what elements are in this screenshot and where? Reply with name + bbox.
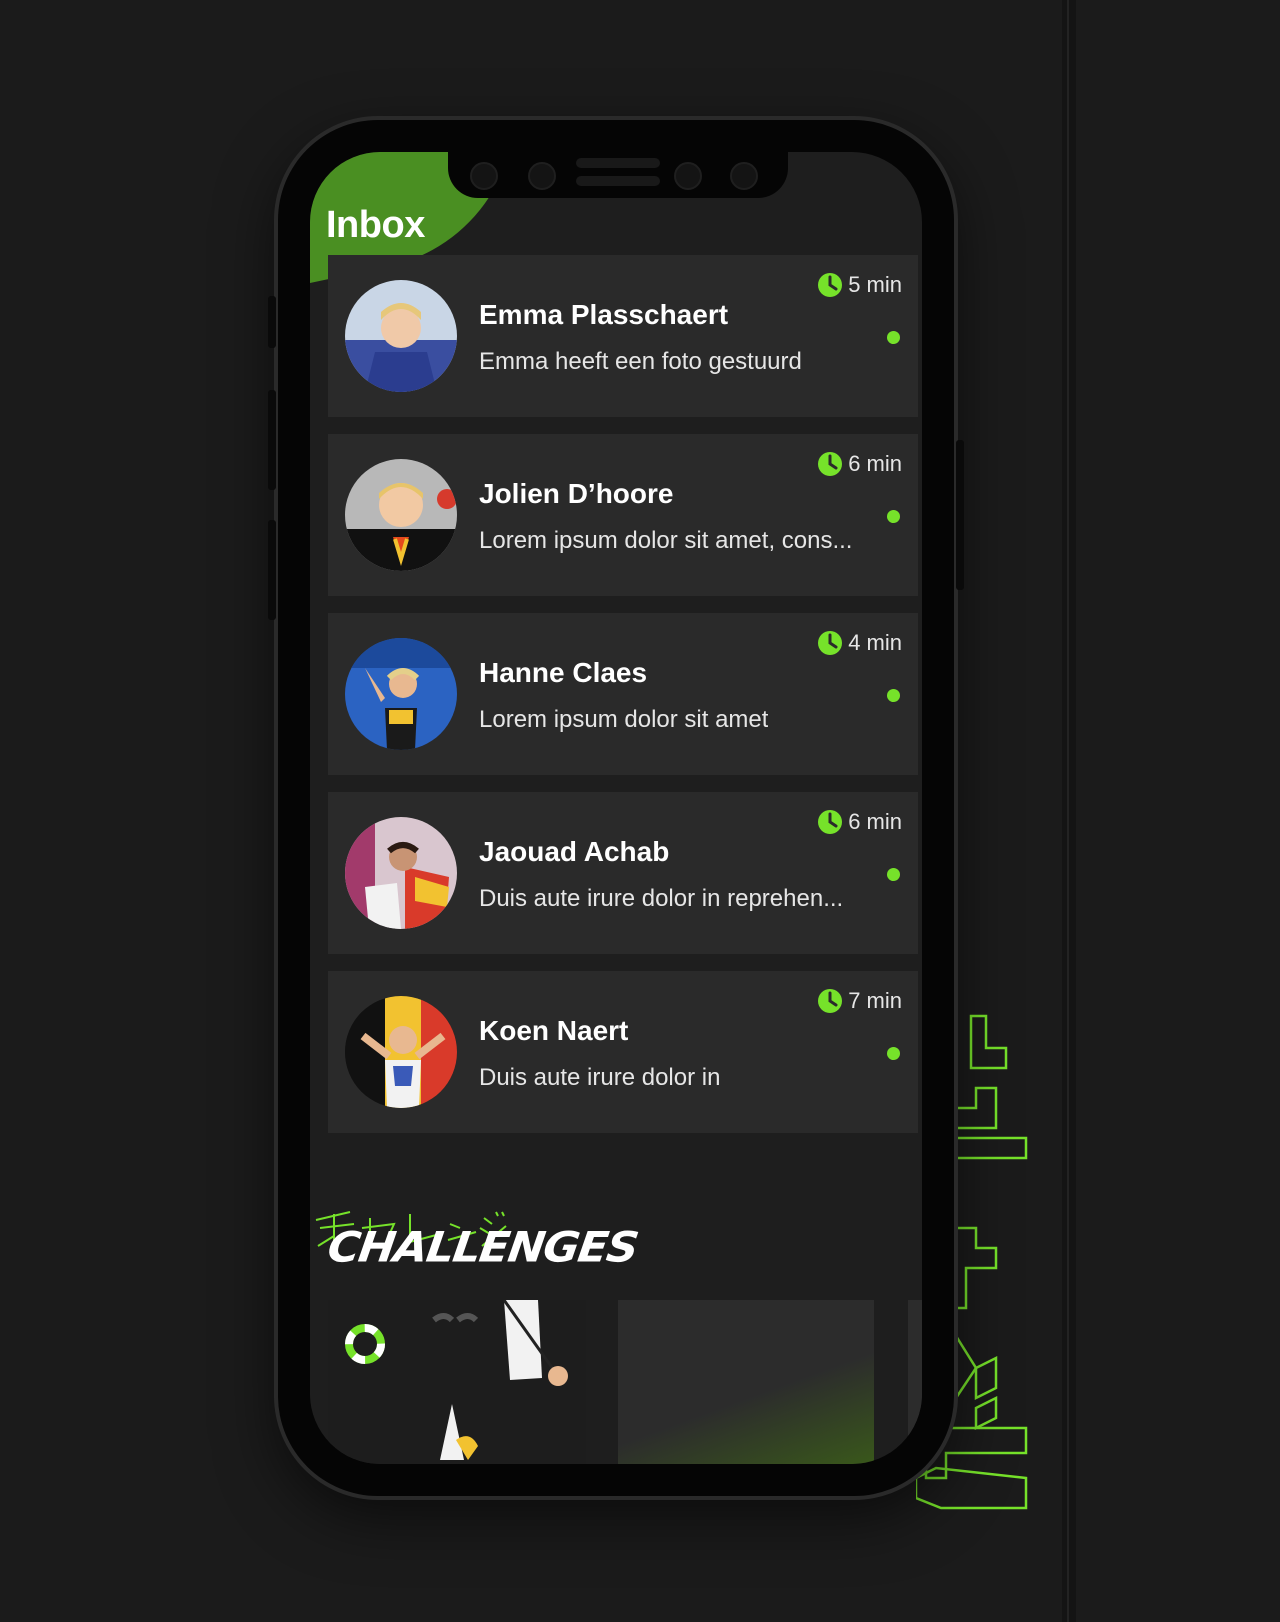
unread-indicator — [887, 331, 900, 344]
message-item[interactable]: Jolien D’hoore Lorem ipsum dolor sit ame… — [328, 434, 918, 596]
message-sender-name: Jaouad Achab — [479, 836, 670, 867]
message-time-text: 7 min — [848, 988, 902, 1013]
unread-indicator — [887, 868, 900, 881]
message-time-text: 4 min — [848, 630, 902, 655]
avatar[interactable] — [345, 459, 457, 571]
clock-icon — [818, 631, 843, 655]
message-timestamp: 4 min — [817, 630, 902, 656]
unread-indicator — [887, 1047, 900, 1060]
message-time-text: 6 min — [848, 809, 902, 834]
phone-power-button — [956, 440, 964, 590]
challenge-card[interactable] — [328, 1300, 586, 1464]
notch-sensor — [674, 162, 702, 190]
message-item[interactable]: Emma Plasschaert Emma heeft een foto ges… — [328, 255, 918, 417]
message-time-text: 5 min — [848, 272, 902, 297]
message-item[interactable]: Hanne Claes Lorem ipsum dolor sit amet 4… — [328, 613, 918, 775]
message-preview: Lorem ipsum dolor sit amet, cons... — [479, 527, 853, 554]
page-title: Inbox — [326, 204, 425, 246]
clock-icon — [818, 273, 843, 297]
message-preview: Lorem ipsum dolor sit amet — [479, 706, 769, 733]
phone-notch — [448, 152, 788, 198]
message-sender-name: Koen Naert — [479, 1015, 629, 1046]
message-preview: Duis aute irure dolor in reprehen... — [479, 885, 844, 912]
challenges-section-title: CHALLENGES — [324, 1223, 641, 1272]
message-timestamp: 7 min — [817, 988, 902, 1014]
unread-indicator — [887, 510, 900, 523]
notch-speaker — [576, 158, 660, 168]
challenge-card[interactable] — [618, 1300, 874, 1464]
inbox-list: Emma Plasschaert Emma heeft een foto ges… — [328, 255, 918, 1150]
message-item[interactable]: Jaouad Achab Duis aute irure dolor in re… — [328, 792, 918, 954]
avatar[interactable] — [345, 996, 457, 1108]
notch-camera — [528, 162, 556, 190]
phone-volume-up — [268, 390, 276, 490]
clock-icon — [818, 452, 843, 476]
challenge-illustration — [345, 1300, 568, 1460]
message-preview: Emma heeft een foto gestuurd — [479, 348, 802, 375]
unread-indicator — [887, 689, 900, 702]
avatar[interactable] — [345, 638, 457, 750]
avatar[interactable] — [345, 817, 457, 929]
phone-frame: Inbox Emma Plasschaert Emma heeft een fo… — [268, 120, 964, 1496]
notch-sensor — [730, 162, 758, 190]
phone-screen: Inbox Emma Plasschaert Emma heeft een fo… — [310, 152, 922, 1464]
notch-sensor — [470, 162, 498, 190]
phone-volume-down — [268, 520, 276, 620]
notch-speaker — [576, 176, 660, 186]
challenge-card[interactable] — [908, 1300, 922, 1464]
message-sender-name: Hanne Claes — [479, 657, 648, 688]
message-time-text: 6 min — [848, 451, 902, 476]
challenges-carousel[interactable] — [328, 1300, 922, 1464]
message-item[interactable]: Koen Naert Duis aute irure dolor in 7 mi… — [328, 971, 918, 1133]
clock-icon — [818, 989, 843, 1013]
message-timestamp: 6 min — [817, 809, 902, 835]
message-timestamp: 5 min — [817, 272, 902, 298]
message-timestamp: 6 min — [817, 451, 902, 477]
message-sender-name: Emma Plasschaert — [479, 299, 729, 330]
message-preview: Duis aute irure dolor in — [479, 1064, 721, 1091]
phone-side-button — [268, 296, 276, 348]
clock-icon — [818, 810, 843, 834]
background-rough-line — [1062, 0, 1076, 1622]
avatar[interactable] — [345, 280, 457, 392]
message-sender-name: Jolien D’hoore — [479, 478, 674, 509]
